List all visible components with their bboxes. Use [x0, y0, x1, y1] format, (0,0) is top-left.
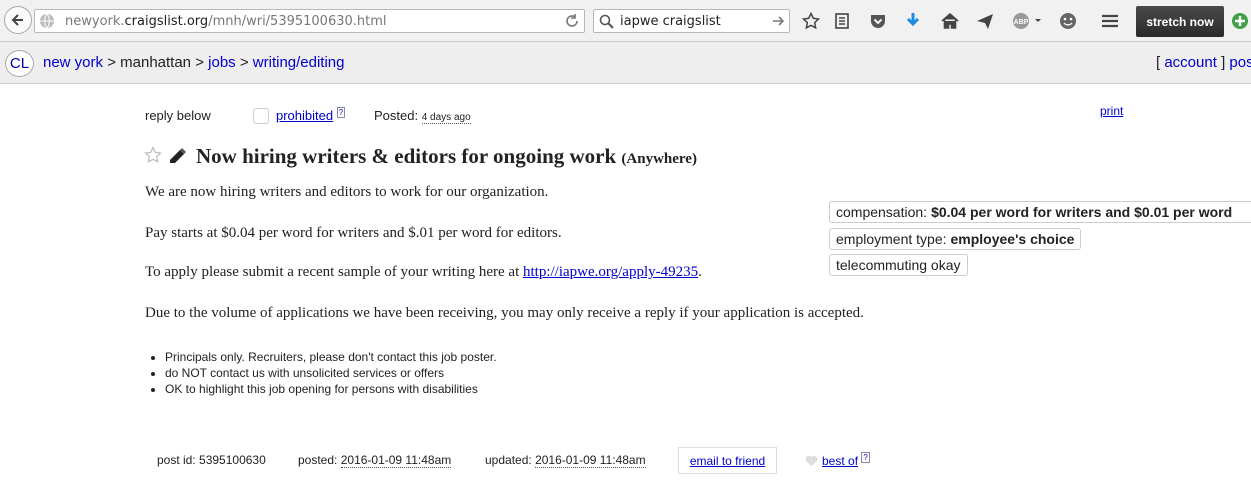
help-icon[interactable]: ? — [861, 452, 870, 463]
menu-icon[interactable] — [1100, 11, 1120, 31]
back-button[interactable] — [4, 6, 32, 34]
svg-text:ABP: ABP — [1014, 19, 1029, 26]
add-icon[interactable] — [1230, 11, 1250, 31]
body-paragraph: Due to the volume of applications we hav… — [145, 305, 864, 321]
updated-date-info: updated: 2016-01-09 11:48am — [485, 453, 646, 468]
body-paragraph: Pay starts at $0.04 per word for writers… — [145, 225, 562, 241]
post-id: post id: 5395100630 — [157, 453, 266, 467]
body-paragraph: We are now hiring writers and editors to… — [145, 184, 549, 200]
posted-date: 2016-01-09 11:48am — [340, 453, 452, 468]
compensation-attribute: compensation: $0.04 per word for writers… — [829, 201, 1251, 223]
posted-label: Posted: — [374, 108, 419, 123]
notices-list: Principals only. Recruiters, please don'… — [148, 349, 497, 397]
attr-value: employee's choice — [950, 231, 1075, 247]
attr-value: $0.04 per word for writers and $0.01 per… — [931, 204, 1233, 220]
search-icon — [599, 14, 614, 29]
employment-type-attribute: employment type: employee's choice — [829, 228, 1082, 250]
adblock-icon[interactable]: ABP — [1011, 11, 1045, 31]
reload-icon[interactable] — [564, 13, 580, 29]
bookmark-star-icon[interactable] — [801, 11, 821, 31]
download-icon[interactable] — [903, 11, 923, 31]
attr-label: compensation: — [836, 204, 928, 220]
breadcrumb: new york > manhattan > jobs > writing/ed… — [43, 54, 345, 71]
search-query: iapwe craigslist — [620, 14, 721, 29]
posting-title-text: Now hiring writers & editors for ongoing… — [196, 144, 617, 168]
pocket-icon[interactable] — [868, 11, 888, 31]
prohibited-link[interactable]: prohibited — [276, 108, 333, 123]
smiley-icon[interactable] — [1058, 11, 1078, 31]
best-of-link[interactable]: best of — [822, 454, 858, 468]
notice-item: do NOT contact us with unsolicited servi… — [165, 365, 497, 381]
attr-label: employment type: — [836, 231, 947, 247]
breadcrumb-bar: CL new york > manhattan > jobs > writing… — [0, 42, 1251, 84]
breadcrumb-new-york[interactable]: new york — [43, 54, 103, 71]
breadcrumb-manhattan: manhattan — [120, 54, 192, 71]
bracket: ] — [1221, 54, 1226, 71]
browser-toolbar: newyork.craigslist.org/mnh/wri/539510063… — [0, 0, 1251, 42]
breadcrumb-writing-editing[interactable]: writing/editing — [253, 54, 345, 71]
telecommuting-attribute: telecommuting okay — [829, 254, 968, 276]
breadcrumb-separator: > — [195, 54, 204, 71]
post-link[interactable]: pos — [1229, 54, 1251, 71]
print-link[interactable]: print — [1100, 104, 1123, 118]
heart-icon[interactable] — [805, 455, 818, 467]
posting-location: (Anywhere) — [621, 151, 697, 167]
updated-date: 2016-01-09 11:48am — [535, 453, 646, 468]
globe-icon — [40, 13, 54, 29]
breadcrumb-separator: > — [107, 54, 116, 71]
posted-ago: 4 days ago — [421, 112, 471, 124]
body-paragraph: To apply please submit a recent sample o… — [145, 264, 702, 281]
reading-list-icon[interactable] — [832, 11, 852, 31]
body-text: To apply please submit a recent sample o… — [145, 264, 523, 280]
help-icon[interactable]: ? — [336, 107, 346, 118]
posted-date-info: posted: 2016-01-09 11:48am — [298, 453, 452, 468]
back-arrow-icon — [11, 14, 23, 26]
notice-item: Principals only. Recruiters, please don'… — [165, 349, 497, 365]
address-bar[interactable]: newyork.craigslist.org/mnh/wri/539510063… — [34, 9, 585, 33]
prohibited-flag: prohibited ? — [276, 107, 346, 123]
favorite-star-icon[interactable] — [144, 146, 162, 164]
account-link[interactable]: account — [1164, 54, 1217, 71]
send-icon[interactable] — [975, 11, 995, 31]
posted-date-label: posted: — [298, 453, 338, 467]
home-icon[interactable] — [940, 11, 960, 31]
stretch-now-button[interactable]: stretch now — [1136, 6, 1224, 37]
search-bar[interactable]: iapwe craigslist — [593, 9, 790, 33]
email-to-friend-link[interactable]: email to friend — [690, 454, 765, 468]
posting-title: Now hiring writers & editors for ongoing… — [196, 144, 697, 169]
reply-below-label[interactable]: reply below — [145, 108, 211, 123]
go-arrow-icon[interactable] — [771, 14, 785, 28]
email-to-friend-button[interactable]: email to friend — [678, 447, 777, 474]
breadcrumb-jobs[interactable]: jobs — [208, 54, 236, 71]
notice-item: OK to highlight this job opening for per… — [165, 381, 497, 397]
apply-link[interactable]: http://iapwe.org/apply-49235 — [523, 264, 698, 280]
posted-info: Posted: 4 days ago — [374, 108, 471, 124]
pencil-icon — [170, 148, 186, 163]
bracket: [ — [1156, 54, 1161, 71]
craigslist-logo[interactable]: CL — [5, 50, 34, 77]
best-of-flag: best of ? — [822, 452, 870, 468]
account-area: [ account ] pos — [1156, 54, 1251, 71]
body-text: . — [698, 264, 702, 280]
breadcrumb-separator: > — [239, 54, 249, 71]
url-text: newyork.craigslist.org/mnh/wri/539510063… — [65, 14, 387, 29]
updated-date-label: updated: — [485, 453, 532, 467]
flag-checkbox[interactable] — [253, 108, 269, 124]
